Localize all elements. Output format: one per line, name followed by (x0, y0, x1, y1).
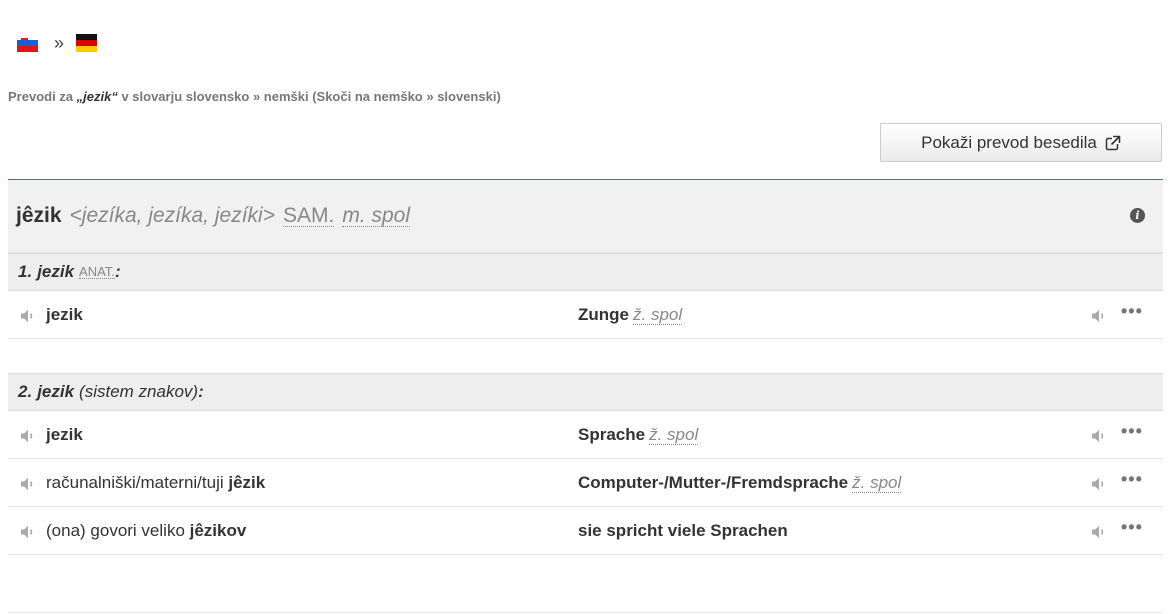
target-text: Zunge (578, 305, 629, 324)
sense-colon: : (198, 382, 204, 401)
sense-colon: : (114, 262, 121, 281)
speaker-icon[interactable] (1091, 524, 1107, 544)
more-options-icon[interactable]: ••• (1121, 421, 1143, 442)
entry-bottom-divider (8, 612, 1163, 613)
source-headword: jezik (46, 305, 83, 324)
translation-row: (ona) govori veliko jêzikov sie spricht v… (8, 507, 1163, 555)
speaker-icon[interactable] (1091, 476, 1107, 496)
source-phrase[interactable]: jezik (46, 305, 83, 325)
target-phrase[interactable]: Computer-/Mutter-/Fremdsprache ž. spol (578, 473, 902, 493)
source-phrase[interactable]: računalniški/materni/tuji jêzik (46, 473, 265, 493)
sense-number: 2. (18, 382, 33, 401)
subtitle-suffix[interactable]: v slovarju slovensko » nemški (Skoči na … (118, 89, 500, 104)
more-options-icon[interactable]: ••• (1121, 469, 1143, 490)
speaker-icon[interactable] (20, 476, 36, 496)
speaker-icon[interactable] (20, 308, 36, 328)
gender-abbr[interactable]: m. spol (342, 205, 410, 227)
source-headword: jêzik (228, 473, 266, 492)
speaker-icon[interactable] (20, 428, 36, 448)
target-phrase[interactable]: Sprache ž. spol (578, 425, 699, 445)
target-phrase[interactable]: Zunge ž. spol (578, 305, 683, 325)
direction-separator: » (54, 33, 65, 53)
sense-word: jezik (37, 382, 75, 401)
gender-abbr[interactable]: ž. spol (633, 305, 683, 325)
inflected-forms: <jezíka, jezíka, jezíki> (69, 204, 275, 227)
subtitle-term: „jezik“ (76, 89, 118, 104)
domain-abbr[interactable]: ANAT. (79, 265, 115, 279)
source-phrase[interactable]: jezik (46, 425, 83, 445)
source-headword: jezik (46, 425, 83, 444)
language-pair: » (17, 32, 98, 54)
senses-list: 1. jezik ANAT.: jezik Zunge ž. spol ••• 2. jez… (8, 253, 1163, 555)
translations-subtitle: Prevodi za „jezik“ v slovarju slovensko … (8, 89, 501, 104)
gender-abbr[interactable]: ž. spol (649, 425, 699, 445)
slovenian-flag-icon[interactable] (17, 34, 38, 52)
sense-gloss: (sistem znakov) (79, 382, 199, 401)
sense-header: 2. jezik (sistem znakov): (8, 373, 1163, 411)
german-flag-icon[interactable] (76, 34, 98, 52)
show-text-translation-button[interactable]: Pokaži prevod besedila (880, 123, 1162, 162)
target-text: Computer-/Mutter-/Fremdsprache (578, 473, 849, 492)
part-of-speech-abbr[interactable]: SAM. (282, 205, 335, 227)
target-phrase[interactable]: sie spricht viele Sprachen (578, 521, 788, 541)
source-prefix: (ona) govori veliko (46, 521, 190, 540)
external-link-icon (1105, 134, 1122, 151)
source-prefix: računalniški/materni/tuji (46, 473, 229, 492)
headword: jêzik (16, 204, 62, 227)
translation-row: računalniški/materni/tuji jêzik Computer-… (8, 459, 1163, 507)
entry-header: jêzik <jezíka, jezíka, jezíki> SAM. m. s… (8, 180, 1163, 253)
gender-abbr[interactable]: ž. spol (852, 473, 902, 493)
source-headword: jêzikov (189, 521, 247, 540)
dictionary-entry: jêzik <jezíka, jezíka, jezíki> SAM. m. s… (8, 179, 1163, 613)
more-options-icon[interactable]: ••• (1121, 517, 1143, 538)
speaker-icon[interactable] (1091, 428, 1107, 448)
speaker-icon[interactable] (20, 524, 36, 544)
subtitle-prefix: Prevodi za (8, 89, 77, 104)
info-icon[interactable]: i (1130, 208, 1145, 223)
target-text: Sprache (578, 425, 646, 444)
translation-row: jezik Sprache ž. spol ••• (8, 411, 1163, 459)
more-options-icon[interactable]: ••• (1121, 301, 1143, 322)
speaker-icon[interactable] (1091, 308, 1107, 328)
sense-header: 1. jezik ANAT.: (8, 253, 1163, 291)
source-phrase[interactable]: (ona) govori veliko jêzikov (46, 521, 246, 541)
sense-gap (8, 339, 1163, 373)
translation-row: jezik Zunge ž. spol ••• (8, 291, 1163, 339)
sense-word: jezik (37, 262, 75, 281)
target-text: sie spricht viele Sprachen (578, 521, 788, 540)
show-text-translation-label: Pokaži prevod besedila (921, 132, 1097, 152)
sense-number: 1. (18, 262, 33, 281)
